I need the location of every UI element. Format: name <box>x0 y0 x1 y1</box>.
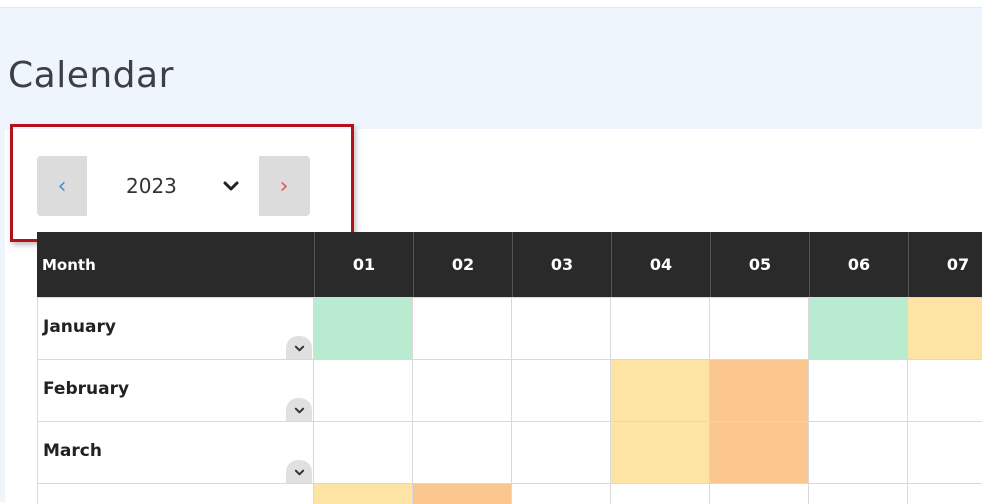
day-cell[interactable] <box>314 360 413 422</box>
year-select[interactable]: 2023 <box>87 156 259 216</box>
day-header-07: 07 <box>908 232 982 297</box>
day-cell[interactable] <box>314 484 413 504</box>
month-name: February <box>43 379 130 399</box>
chevron-right-icon: › <box>279 173 289 199</box>
day-cell[interactable] <box>611 298 710 360</box>
month-cell: February <box>37 360 314 422</box>
day-header-02: 02 <box>413 232 512 297</box>
day-cell[interactable] <box>314 298 413 360</box>
day-cell[interactable] <box>809 484 908 504</box>
day-cell[interactable] <box>413 298 512 360</box>
selected-year: 2023 <box>126 174 177 198</box>
day-cell[interactable] <box>710 422 809 484</box>
day-cell[interactable] <box>413 484 512 504</box>
next-year-button[interactable]: › <box>259 156 309 216</box>
month-cell: January <box>37 298 314 360</box>
chevron-down-icon <box>294 469 304 475</box>
day-cell[interactable] <box>908 360 982 422</box>
day-cell[interactable] <box>413 422 512 484</box>
month-row: February <box>37 359 982 422</box>
day-header-01: 01 <box>314 232 413 297</box>
month-cell <box>37 484 314 504</box>
day-cell[interactable] <box>908 484 982 504</box>
month-cell: March <box>37 422 314 484</box>
day-cell[interactable] <box>611 360 710 422</box>
day-header-05: 05 <box>710 232 809 297</box>
day-cell[interactable] <box>809 298 908 360</box>
year-navigator: ‹ 2023 › <box>37 156 310 216</box>
month-column-header: Month <box>42 255 96 274</box>
day-cell[interactable] <box>512 298 611 360</box>
previous-year-button[interactable]: ‹ <box>37 156 87 216</box>
day-cell[interactable] <box>710 298 809 360</box>
day-cell[interactable] <box>809 422 908 484</box>
page-title: Calendar <box>8 55 174 96</box>
day-cell[interactable] <box>512 422 611 484</box>
grid-header-row: Month 01 02 03 04 05 06 07 <box>37 232 982 297</box>
month-name: March <box>43 441 102 461</box>
chevron-down-icon <box>294 345 304 351</box>
day-cell[interactable] <box>512 484 611 504</box>
day-cell[interactable] <box>908 298 982 360</box>
day-cell[interactable] <box>611 422 710 484</box>
month-row: March <box>37 421 982 484</box>
chevron-left-icon: ‹ <box>57 173 67 199</box>
page-header: Calendar <box>0 8 982 129</box>
expand-month-button[interactable] <box>286 398 312 422</box>
day-header-04: 04 <box>611 232 710 297</box>
expand-month-button[interactable] <box>286 460 312 484</box>
day-cell[interactable] <box>413 360 512 422</box>
month-row: January <box>37 297 982 360</box>
expand-month-button[interactable] <box>286 336 312 360</box>
chevron-down-icon <box>294 407 304 413</box>
left-rail <box>0 129 5 502</box>
day-header-03: 03 <box>512 232 611 297</box>
chevron-down-icon <box>223 181 239 191</box>
day-cell[interactable] <box>710 360 809 422</box>
day-cell[interactable] <box>710 484 809 504</box>
day-cell[interactable] <box>809 360 908 422</box>
day-header-06: 06 <box>809 232 908 297</box>
day-cell[interactable] <box>908 422 982 484</box>
month-row <box>37 483 982 504</box>
month-name: January <box>43 317 116 337</box>
day-cell[interactable] <box>314 422 413 484</box>
day-cell[interactable] <box>611 484 710 504</box>
top-border <box>0 0 982 8</box>
day-cell[interactable] <box>512 360 611 422</box>
